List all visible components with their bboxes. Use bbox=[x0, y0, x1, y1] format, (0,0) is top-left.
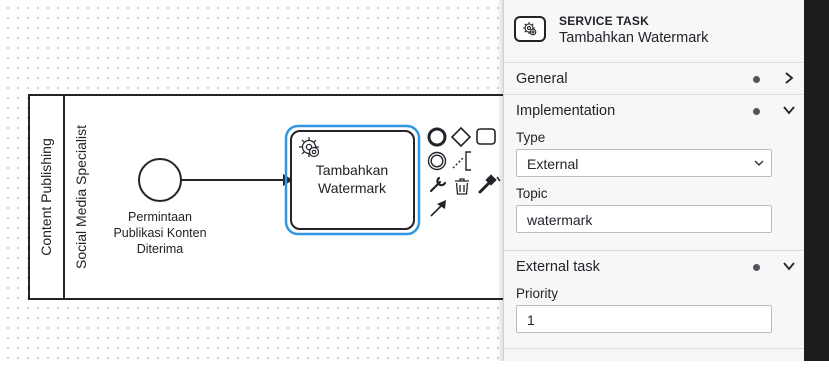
start-event-label-line-2: Publikasi Konten bbox=[113, 226, 206, 240]
group-external-task-title: External task bbox=[516, 259, 600, 275]
data-marker-dot bbox=[753, 264, 760, 271]
data-marker-dot bbox=[753, 76, 760, 83]
start-event-label-line-1: Permintaan bbox=[128, 210, 192, 224]
properties-panel: SERVICE TASK Tambahkan Watermark General… bbox=[503, 0, 804, 361]
topic-input-value: watermark bbox=[527, 212, 593, 228]
window-edge bbox=[804, 0, 829, 361]
diagram-canvas[interactable]: Content Publishing Social Media Speciali… bbox=[0, 0, 503, 361]
topic-label: Topic bbox=[516, 186, 548, 201]
priority-label: Priority bbox=[516, 286, 559, 301]
group-general-header[interactable]: General bbox=[504, 62, 804, 94]
group-next-header[interactable] bbox=[504, 348, 804, 380]
element-type-label: SERVICE TASK bbox=[559, 14, 649, 28]
start-event-label-line-3: Diterima bbox=[137, 242, 184, 256]
intermediate-event-icon[interactable] bbox=[427, 151, 447, 171]
group-external-task-header[interactable]: External task bbox=[504, 250, 804, 282]
task-label-line-2: Watermark bbox=[318, 180, 387, 196]
panel-header: SERVICE TASK Tambahkan Watermark bbox=[504, 0, 804, 62]
element-name: Tambahkan Watermark bbox=[559, 30, 709, 46]
group-implementation-header[interactable]: Implementation bbox=[504, 94, 804, 126]
group-implementation-title: Implementation bbox=[516, 103, 616, 119]
start-event[interactable] bbox=[138, 158, 182, 202]
pool[interactable] bbox=[28, 94, 503, 300]
chevron-down-icon[interactable] bbox=[782, 258, 796, 274]
group-general-title: General bbox=[516, 71, 568, 87]
task-icon[interactable] bbox=[476, 128, 496, 145]
pool-label: Content Publishing bbox=[38, 138, 54, 256]
priority-input[interactable]: 1 bbox=[516, 305, 772, 333]
end-event-icon[interactable] bbox=[427, 127, 447, 147]
chevron-right-icon[interactable] bbox=[782, 70, 796, 86]
service-task-icon bbox=[514, 16, 546, 42]
lane-label: Social Media Specialist bbox=[73, 125, 89, 269]
chevron-down-icon[interactable] bbox=[782, 102, 796, 118]
topic-input[interactable]: watermark bbox=[516, 205, 772, 233]
type-select[interactable]: External bbox=[516, 149, 772, 177]
type-label: Type bbox=[516, 130, 546, 145]
type-select-value: External bbox=[527, 156, 579, 172]
chevron-down-icon bbox=[754, 160, 764, 166]
task-label-line-1: Tambahkan bbox=[316, 162, 388, 178]
priority-input-value: 1 bbox=[527, 312, 535, 328]
data-marker-dot bbox=[753, 108, 760, 115]
